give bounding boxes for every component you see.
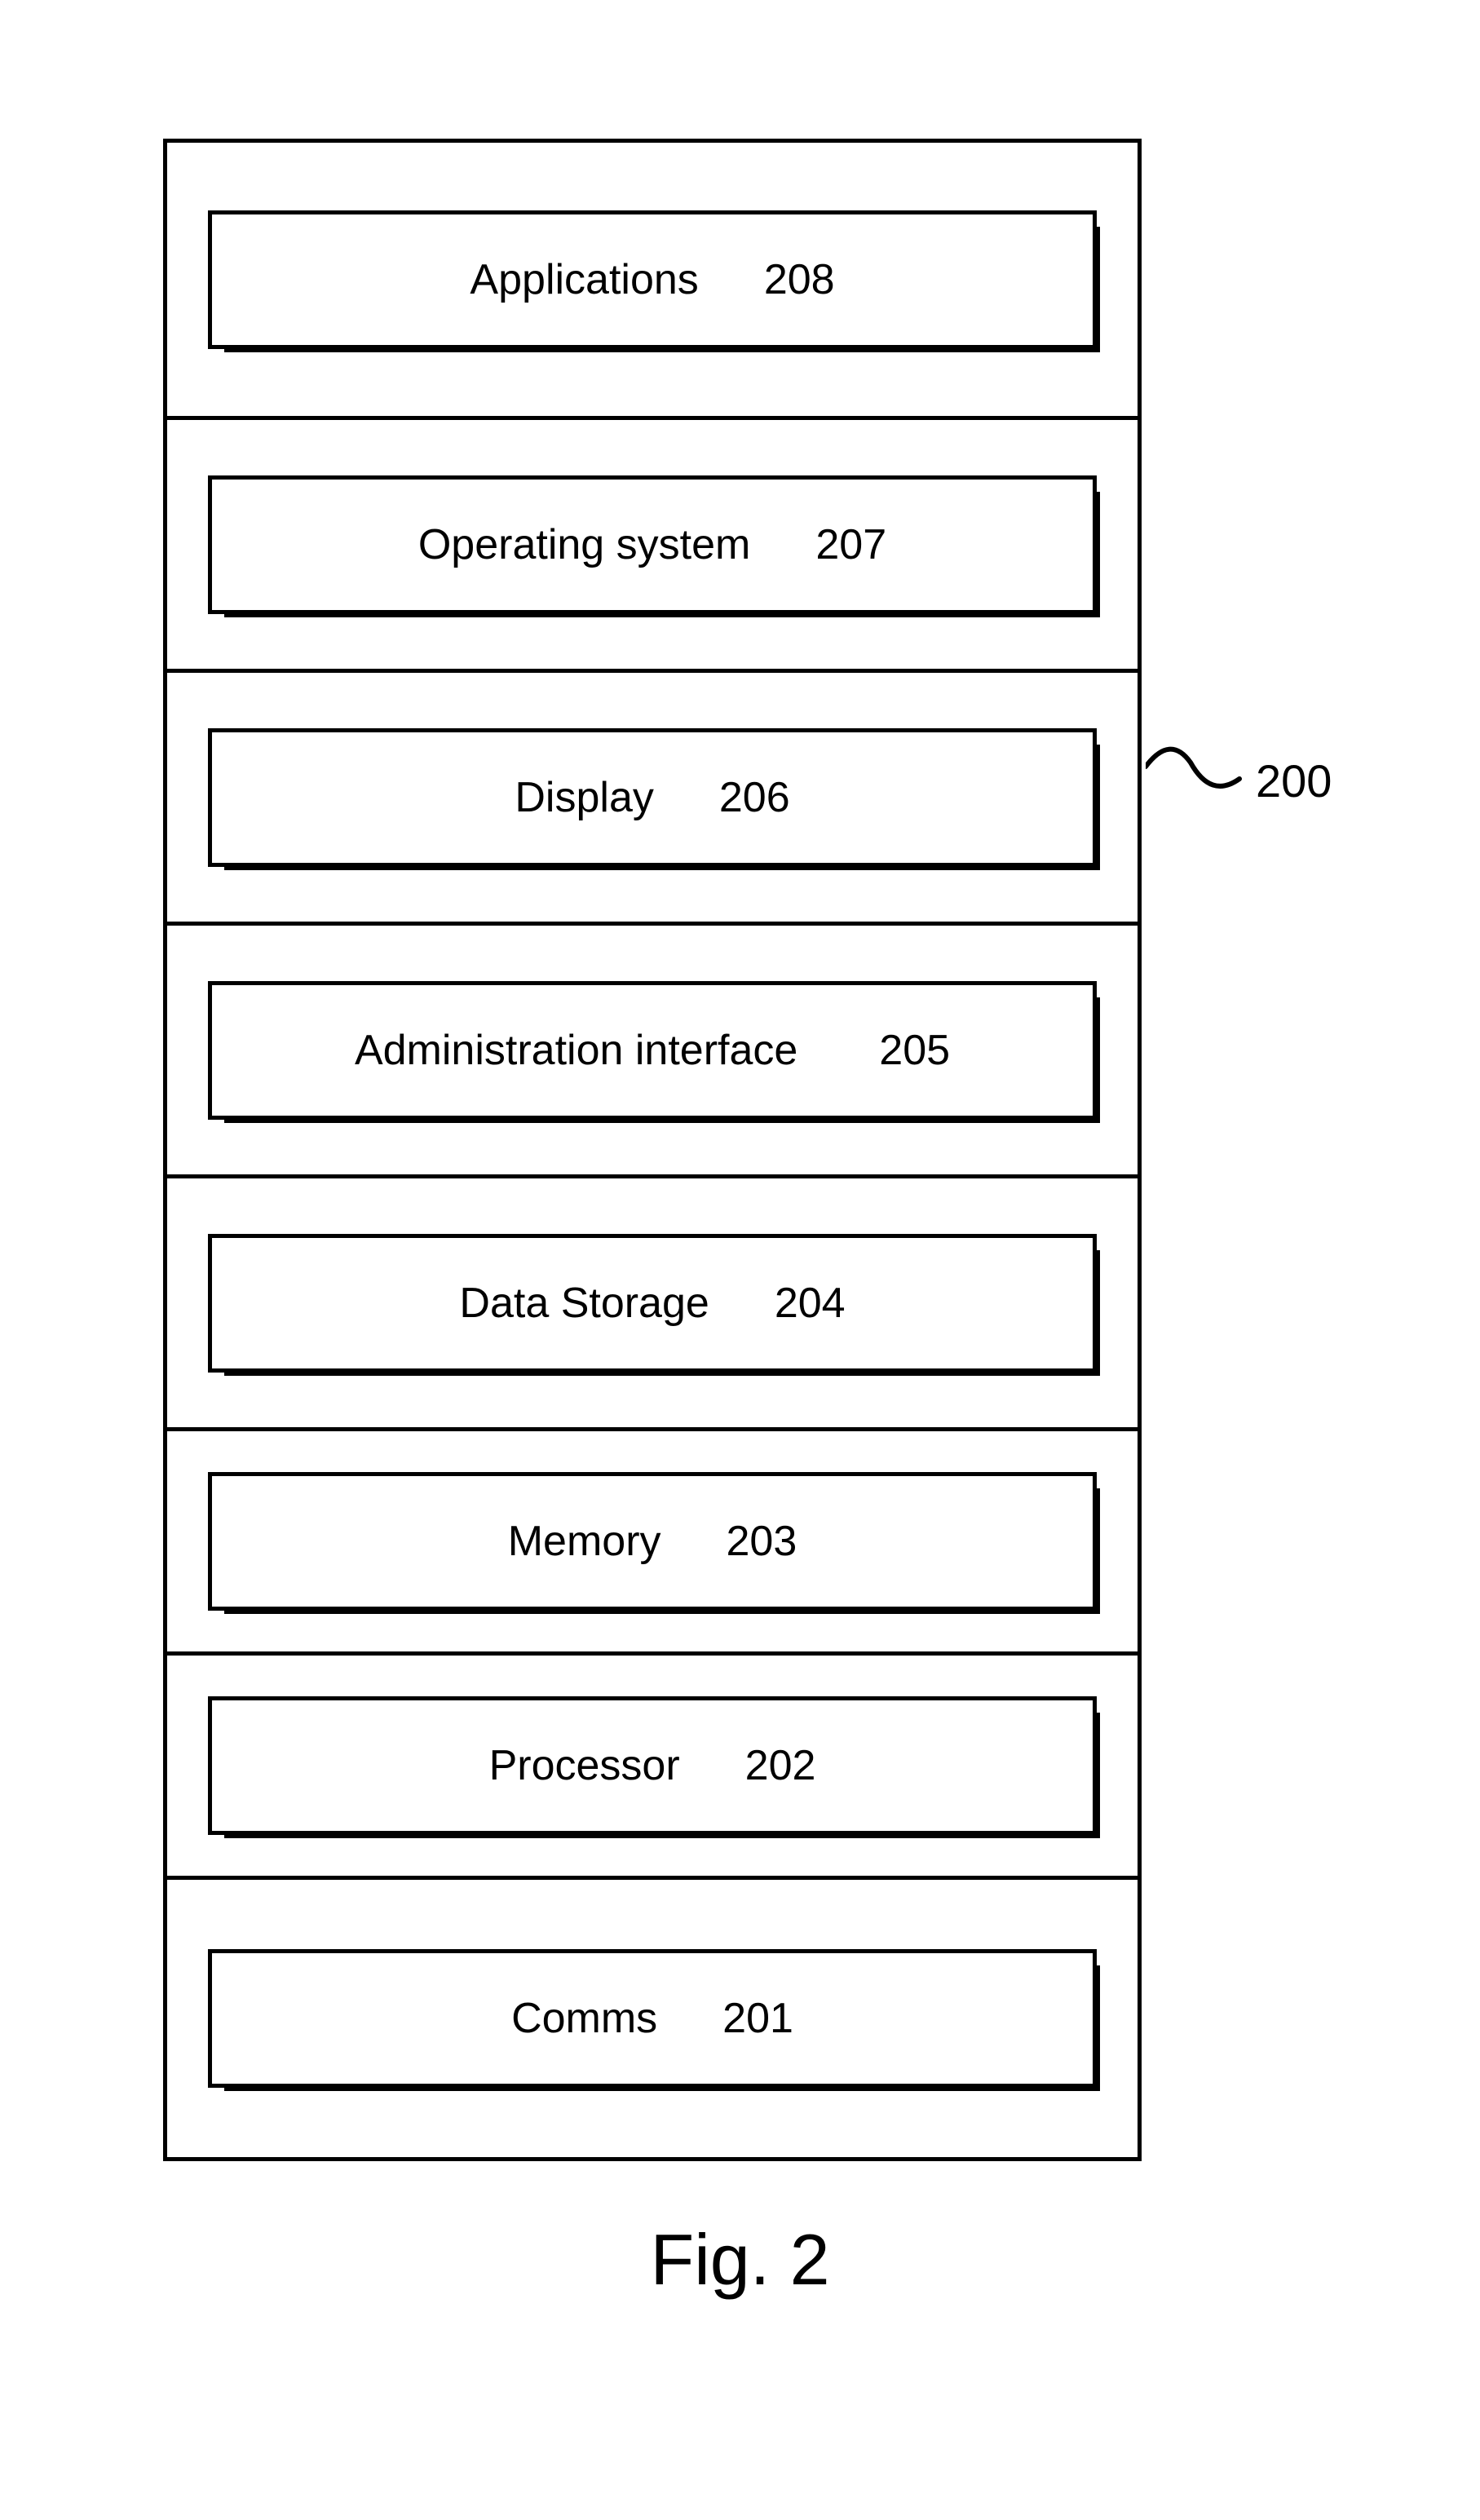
block-ref: 207 — [815, 520, 886, 569]
block-comms: Comms 201 — [208, 1949, 1097, 2088]
stack-cell: Comms 201 — [167, 1880, 1138, 2157]
figure-page: Applications 208 Operating system 207 Di… — [0, 0, 1480, 2520]
block-ref: 201 — [722, 1994, 793, 2043]
block-memory: Memory 203 — [208, 1472, 1097, 1611]
stack-cell: Applications 208 — [167, 143, 1138, 420]
block-label: Administration interface — [355, 1026, 797, 1075]
block-label: Comms — [511, 1994, 657, 2043]
leader-line-icon — [1146, 734, 1244, 807]
block-display: Display 206 — [208, 728, 1097, 867]
system-stack: Applications 208 Operating system 207 Di… — [163, 139, 1142, 2161]
block-label: Operating system — [418, 520, 751, 569]
figure-caption: Fig. 2 — [0, 2218, 1480, 2301]
block-ref: 208 — [764, 255, 835, 304]
block-label: Processor — [489, 1741, 680, 1790]
block-applications: Applications 208 — [208, 210, 1097, 349]
stack-cell: Data Storage 204 — [167, 1178, 1138, 1431]
outer-ref-label: 200 — [1256, 754, 1332, 807]
block-ref: 204 — [775, 1279, 846, 1328]
block-label: Memory — [508, 1517, 661, 1566]
block-admin-interface: Administration interface 205 — [208, 981, 1097, 1120]
block-label: Data Storage — [459, 1279, 709, 1328]
stack-cell: Processor 202 — [167, 1656, 1138, 1880]
stack-cell: Display 206 — [167, 673, 1138, 926]
block-data-storage: Data Storage 204 — [208, 1234, 1097, 1373]
block-ref: 203 — [727, 1517, 797, 1566]
block-ref: 205 — [879, 1026, 950, 1075]
block-label: Display — [515, 773, 654, 822]
stack-cell: Administration interface 205 — [167, 926, 1138, 1178]
block-label: Applications — [470, 255, 698, 304]
block-operating-system: Operating system 207 — [208, 475, 1097, 614]
block-processor: Processor 202 — [208, 1696, 1097, 1835]
block-ref: 206 — [719, 773, 790, 822]
block-ref: 202 — [745, 1741, 816, 1790]
stack-cell: Memory 203 — [167, 1431, 1138, 1656]
stack-cell: Operating system 207 — [167, 420, 1138, 673]
